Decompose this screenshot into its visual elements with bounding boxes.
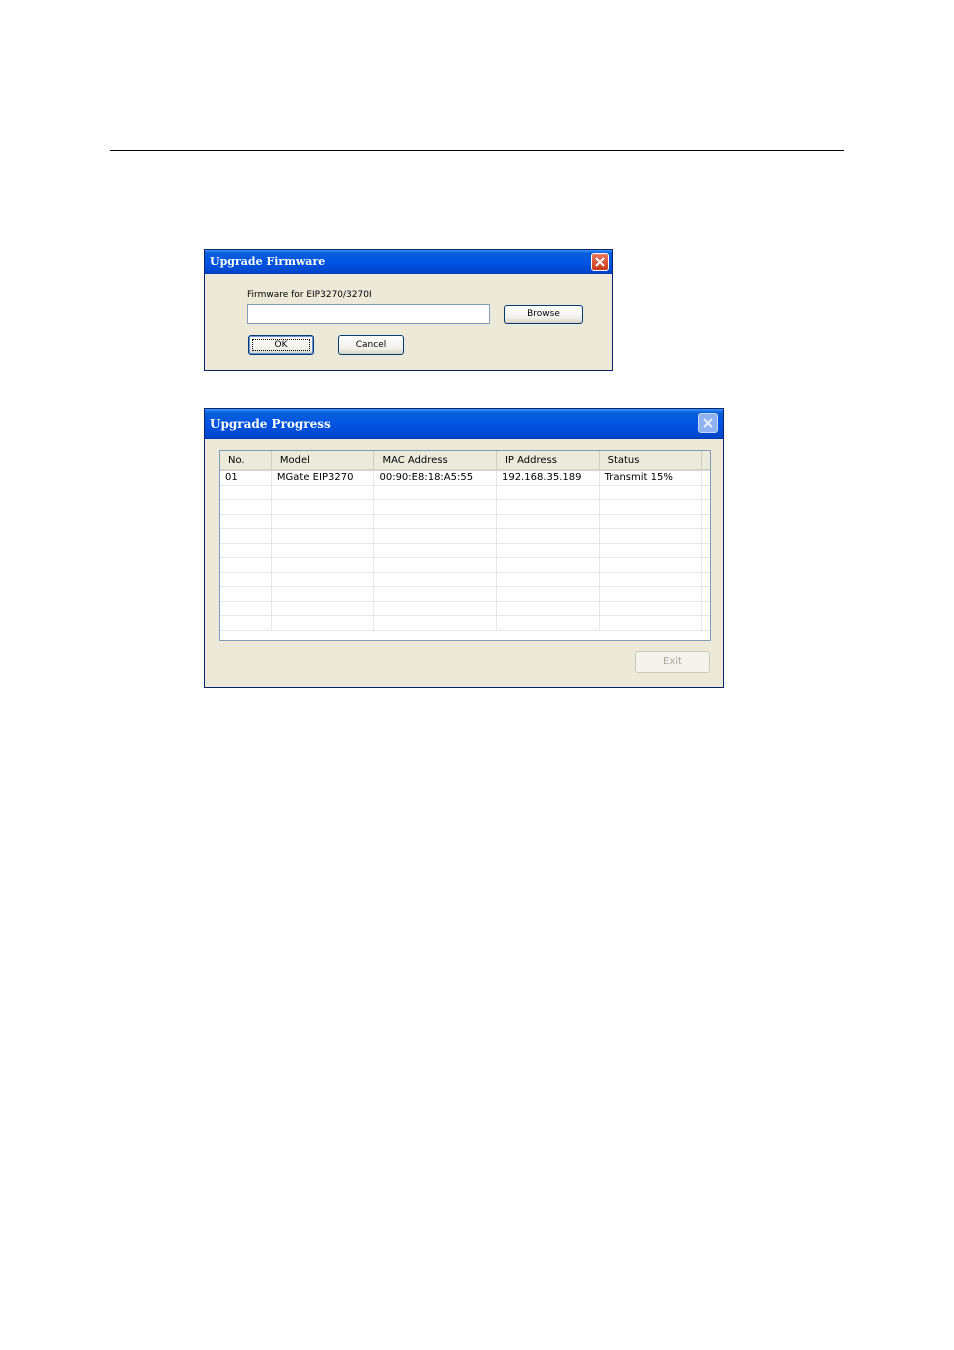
firmware-field-label: Firmware for EIP3270/3270I: [247, 290, 372, 300]
cell-status: Transmit 15%: [599, 470, 702, 486]
device-list[interactable]: No. Model MAC Address IP Address Status …: [219, 450, 711, 641]
dialog-title: Upgrade Firmware: [205, 250, 612, 274]
empty-row: [220, 586, 710, 602]
empty-row: [220, 528, 710, 544]
upgrade-progress-dialog: Upgrade Progress No. Model MAC Address I…: [204, 408, 724, 688]
cell-model: MGate EIP3270: [271, 470, 375, 486]
table-row[interactable]: 01 MGate EIP3270 00:90:E8:18:A5:55 192.1…: [220, 470, 710, 486]
cell-ip-address: 192.168.35.189: [496, 470, 600, 486]
device-table: No. Model MAC Address IP Address Status …: [220, 451, 710, 631]
empty-row: [220, 572, 710, 587]
close-button[interactable]: [591, 253, 609, 271]
cell-mac-address: 00:90:E8:18:A5:55: [373, 470, 497, 486]
column-header-mac-address[interactable]: MAC Address: [373, 451, 497, 471]
column-header-status[interactable]: Status: [599, 451, 702, 471]
empty-row: [220, 485, 710, 500]
browse-button[interactable]: Browse: [504, 305, 583, 324]
dialog-title: Upgrade Progress: [205, 409, 723, 439]
empty-row: [220, 615, 710, 631]
column-header-no[interactable]: No.: [220, 451, 272, 471]
cell-filler: [701, 470, 710, 486]
empty-row: [220, 499, 710, 515]
page-header-rule: [110, 150, 844, 151]
empty-row: [220, 557, 710, 573]
close-icon: [703, 418, 713, 428]
close-button[interactable]: [698, 413, 718, 433]
ok-button[interactable]: OK: [248, 335, 314, 355]
exit-button[interactable]: Exit: [635, 651, 710, 673]
column-header-filler: [701, 451, 710, 471]
empty-row: [220, 514, 710, 529]
empty-row: [220, 601, 710, 616]
upgrade-firmware-dialog: Upgrade Firmware Firmware for EIP3270/32…: [204, 249, 613, 371]
table-header-row: No. Model MAC Address IP Address Status: [220, 451, 710, 471]
cancel-button[interactable]: Cancel: [338, 335, 404, 355]
cell-no: 01: [220, 470, 272, 486]
browse-button-label: Browse: [527, 309, 560, 319]
focus-rectangle: [252, 339, 310, 351]
close-icon: [595, 257, 605, 267]
cancel-button-label: Cancel: [355, 340, 387, 350]
exit-button-label: Exit: [663, 656, 682, 667]
column-header-model[interactable]: Model: [271, 451, 375, 471]
column-header-ip-address[interactable]: IP Address: [496, 451, 600, 471]
empty-row: [220, 543, 710, 558]
firmware-path-input[interactable]: [247, 304, 490, 324]
